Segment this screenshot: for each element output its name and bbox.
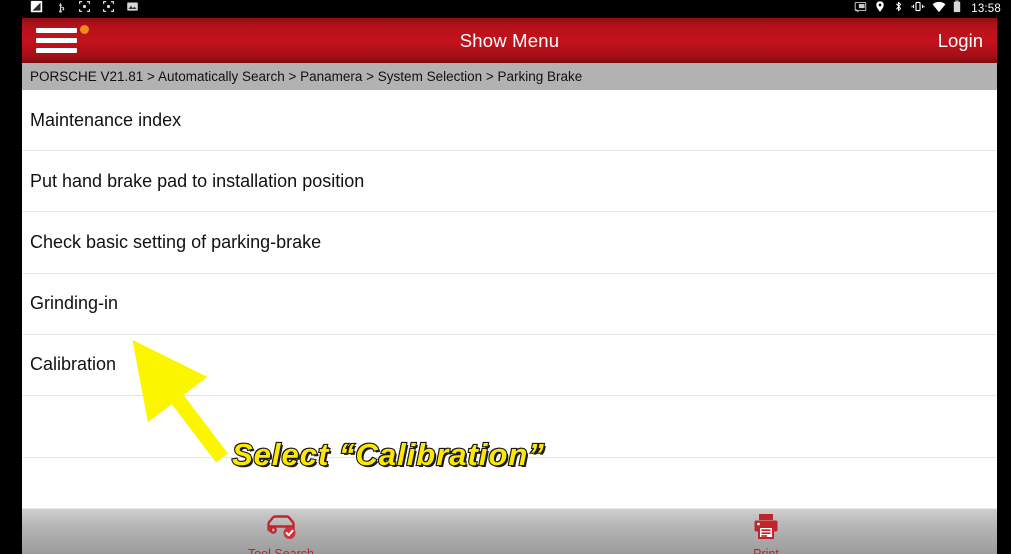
vibrate-mode-icon — [911, 0, 925, 18]
focus-frame-2-icon — [102, 0, 115, 18]
android-status-bar: 13:58 — [0, 0, 1011, 18]
focus-frame-icon — [78, 0, 91, 18]
cast-screen-icon — [854, 0, 867, 18]
tool-search-button[interactable]: Tool Search — [211, 511, 351, 554]
usb-icon — [54, 0, 67, 18]
bluetooth-icon — [893, 0, 904, 18]
menu-item-calibration[interactable]: Calibration — [22, 334, 997, 396]
menu-item-label: Check basic setting of parking-brake — [30, 231, 322, 252]
gallery-icon — [126, 0, 139, 18]
wifi-icon — [932, 0, 946, 18]
menu-list-empty-row — [22, 395, 997, 459]
menu-item-grinding-in[interactable]: Grinding-in — [22, 273, 997, 335]
menu-item-label: Calibration — [30, 354, 117, 375]
print-button[interactable]: Print — [696, 511, 836, 554]
menu-item-maintenance-index[interactable]: Maintenance index — [22, 90, 997, 152]
menu-item-label: Put hand brake pad to installation posit… — [30, 170, 365, 191]
status-bar-right-icons: 13:58 — [854, 0, 1001, 18]
menu-item-label: Grinding-in — [30, 293, 119, 314]
menu-item-put-hand-brake-pad[interactable]: Put hand brake pad to installation posit… — [22, 151, 997, 213]
menu-list: Maintenance index Put hand brake pad to … — [22, 90, 997, 521]
breadcrumb[interactable]: PORSCHE V21.81 > Automatically Search > … — [22, 63, 997, 90]
printer-icon — [750, 511, 782, 546]
bottom-toolbar: Tool Search Print — [22, 508, 997, 554]
breadcrumb-text: PORSCHE V21.81 > Automatically Search > … — [30, 69, 583, 84]
page-title: Show Menu — [459, 29, 560, 51]
battery-icon — [953, 0, 961, 18]
print-label: Print — [753, 547, 779, 554]
screenshot-icon — [30, 0, 43, 18]
menu-item-label: Maintenance index — [30, 109, 182, 130]
menu-item-check-basic-setting[interactable]: Check basic setting of parking-brake — [22, 212, 997, 274]
app-window: Show Menu Login PORSCHE V21.81 > Automat… — [22, 18, 997, 554]
tool-search-label: Tool Search — [247, 547, 314, 554]
device-screen: 13:58 Show Menu Login PORSCHE V21.81 > A… — [0, 0, 1011, 554]
login-button[interactable]: Login — [938, 30, 983, 52]
car-check-icon — [264, 511, 298, 546]
status-bar-clock: 13:58 — [971, 3, 1001, 15]
location-pin-icon — [874, 0, 886, 18]
status-bar-left-icons — [30, 0, 139, 18]
app-header: Show Menu Login — [22, 18, 997, 63]
